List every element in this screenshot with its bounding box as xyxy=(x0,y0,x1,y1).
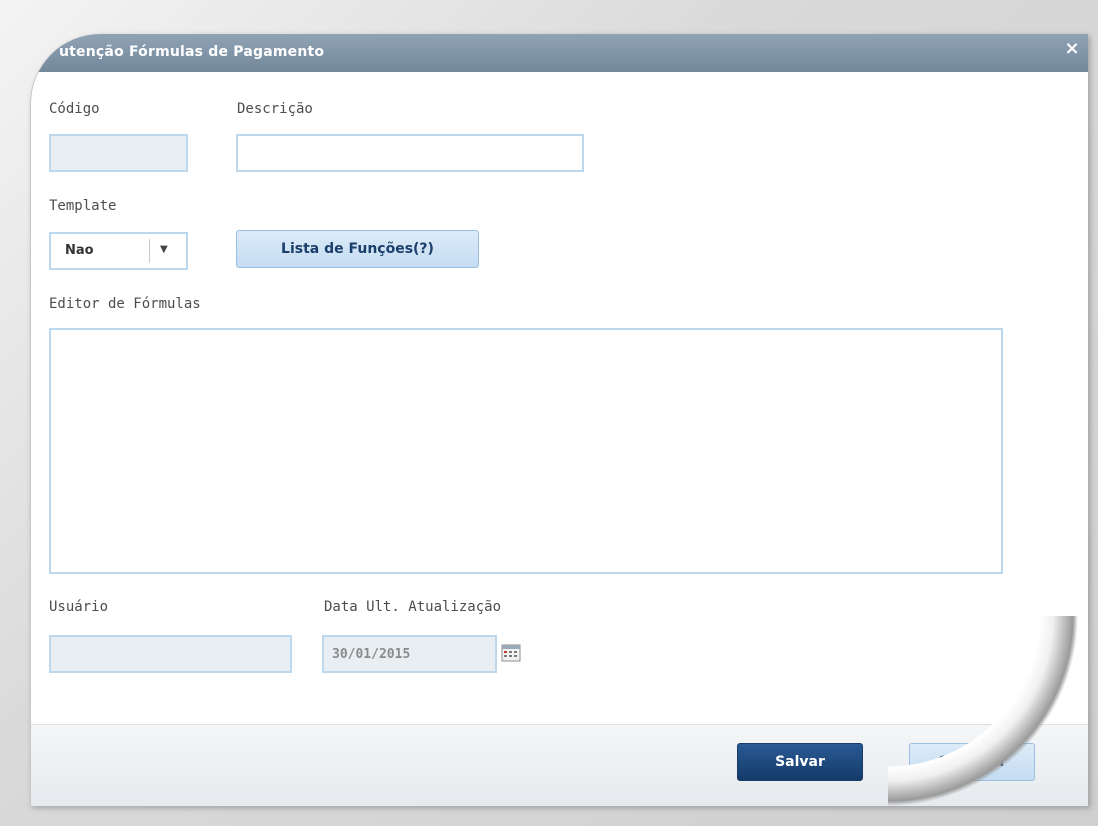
dialog-titlebar: utenção Fórmulas de Pagamento × xyxy=(31,34,1088,72)
select-divider xyxy=(149,239,150,263)
cancel-button[interactable]: Cancelar xyxy=(909,743,1035,781)
lista-funcoes-button[interactable]: Lista de Funções(?) xyxy=(236,230,479,268)
descricao-input[interactable] xyxy=(236,134,584,172)
calendar-icon[interactable] xyxy=(501,644,521,662)
dialog-title: utenção Fórmulas de Pagamento xyxy=(59,44,325,60)
codigo-input[interactable] xyxy=(49,134,188,172)
close-icon[interactable]: × xyxy=(1061,38,1083,60)
template-selected-value: Nao xyxy=(65,243,94,258)
editor-label: Editor de Fórmulas xyxy=(49,296,201,312)
template-select[interactable]: Nao ▼ xyxy=(49,232,188,270)
descricao-label: Descrição xyxy=(237,101,313,117)
usuario-input[interactable] xyxy=(49,635,292,673)
usuario-label: Usuário xyxy=(49,599,109,615)
formula-dialog: utenção Fórmulas de Pagamento × Código D… xyxy=(30,34,1088,806)
formula-editor[interactable] xyxy=(49,328,1003,574)
save-button[interactable]: Salvar xyxy=(737,743,863,781)
template-label: Template xyxy=(49,198,117,214)
data-atualizacao-label: Data Ult. Atualização xyxy=(324,599,502,615)
chevron-down-icon[interactable]: ▼ xyxy=(160,244,168,255)
dialog-footer: Salvar Cancelar xyxy=(31,724,1088,806)
data-atualizacao-input[interactable] xyxy=(322,635,497,673)
codigo-label: Código xyxy=(49,101,100,117)
